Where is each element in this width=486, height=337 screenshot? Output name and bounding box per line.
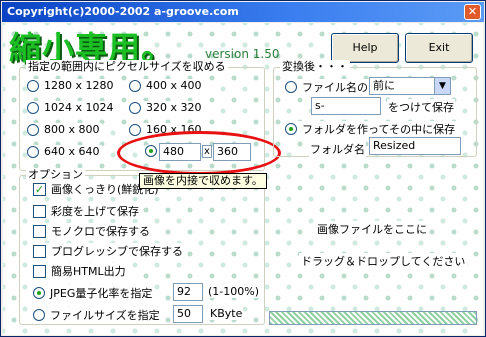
radio-icon bbox=[33, 309, 45, 321]
version-label: version 1.50 bbox=[205, 47, 280, 61]
filename-option[interactable]: ファイル名の bbox=[285, 79, 370, 95]
radio-selected-icon bbox=[33, 287, 45, 299]
radio-icon bbox=[129, 123, 141, 136]
size-option-640[interactable]: 640 x 640 bbox=[27, 145, 102, 158]
radio-icon bbox=[27, 123, 39, 136]
radio-icon bbox=[129, 79, 141, 92]
client-area: 縮小専用。 version 1.50 Help Exit 指定の範囲内にピクセル… bbox=[3, 23, 483, 335]
checkbox-icon bbox=[33, 244, 46, 258]
progressive-checkbox[interactable]: プログレッシブで保存する bbox=[33, 243, 185, 259]
filesize-option[interactable]: ファイルサイズを指定 bbox=[33, 307, 162, 323]
radio-icon bbox=[27, 145, 39, 158]
app-window: Copyright(c)2000-2002 a-groove.com ✕ 縮小専… bbox=[0, 0, 486, 337]
tooltip: 画像を内接で収めます。 bbox=[139, 173, 267, 189]
help-button[interactable]: Help bbox=[331, 33, 399, 63]
highlight-circle bbox=[117, 131, 281, 175]
folder-name-label: フォルダ名 bbox=[309, 141, 366, 157]
window-title: Copyright(c)2000-2002 a-groove.com bbox=[7, 5, 239, 18]
size-option-320[interactable]: 320 x 320 bbox=[129, 101, 204, 114]
filesize-unit-label: KByte bbox=[209, 307, 244, 320]
size-option-800[interactable]: 800 x 800 bbox=[27, 123, 102, 136]
radio-icon bbox=[27, 79, 39, 92]
jpeg-quality-input[interactable]: 92 bbox=[173, 283, 203, 301]
radio-selected-icon bbox=[285, 123, 297, 135]
checkbox-icon bbox=[33, 264, 46, 278]
prefix-position-select[interactable]: 前に ▼ bbox=[369, 77, 451, 95]
folder-option[interactable]: フォルダを作ってその中に保存 bbox=[285, 121, 458, 137]
monochrome-checkbox[interactable]: モノクロで保存する bbox=[33, 223, 152, 239]
radio-icon bbox=[27, 101, 39, 114]
checkbox-icon bbox=[33, 204, 46, 218]
folder-name-input[interactable]: Resized bbox=[369, 137, 461, 155]
radio-icon bbox=[285, 81, 297, 93]
html-output-checkbox[interactable]: 簡易HTML出力 bbox=[33, 263, 128, 279]
dropzone-line1: 画像ファイルをここに bbox=[315, 221, 429, 237]
options-group-label: オプション bbox=[26, 168, 85, 182]
size-option-1024[interactable]: 1024 x 1024 bbox=[27, 101, 116, 114]
after-group-label: 変換後・・・ bbox=[280, 60, 350, 74]
checkmark-icon: ✓ bbox=[33, 182, 46, 196]
jpeg-quality-option[interactable]: JPEG量子化率を指定 bbox=[33, 285, 155, 301]
title-bar[interactable]: Copyright(c)2000-2002 a-groove.com ✕ bbox=[2, 2, 484, 22]
radio-icon bbox=[129, 101, 141, 114]
dropzone-line2: ドラッグ＆ドロップしてください bbox=[299, 253, 468, 269]
progress-bar bbox=[269, 311, 477, 325]
checkbox-icon bbox=[33, 224, 46, 238]
exit-button[interactable]: Exit bbox=[405, 33, 473, 63]
close-icon[interactable]: ✕ bbox=[464, 4, 481, 20]
suffix-after-label: をつけて保存 bbox=[387, 99, 455, 115]
size-option-1280[interactable]: 1280 x 1280 bbox=[27, 79, 116, 92]
filesize-input[interactable]: 50 bbox=[173, 305, 203, 323]
saturation-checkbox[interactable]: 彩度を上げて保存 bbox=[33, 203, 141, 219]
dropdown-arrow-icon[interactable]: ▼ bbox=[434, 78, 450, 94]
jpeg-range-label: (1-100%) bbox=[207, 285, 260, 298]
size-option-400[interactable]: 400 x 400 bbox=[129, 79, 204, 92]
size-group-label: 指定の範囲内にピクセルサイズを収める bbox=[26, 60, 228, 74]
suffix-input[interactable]: s- bbox=[311, 97, 381, 115]
